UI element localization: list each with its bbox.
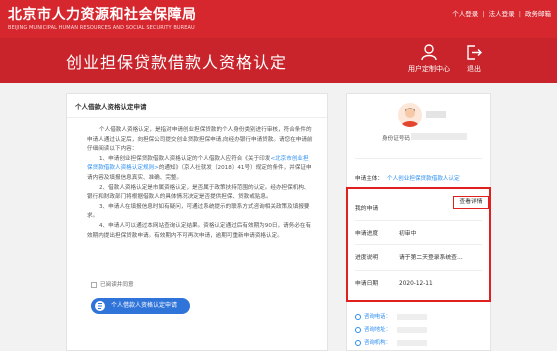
logout-label: 退出 — [467, 65, 481, 73]
phone-icon — [355, 313, 361, 320]
page-banner: 创业担保贷款借款人资格认定 用户定制中心 退出 — [0, 38, 557, 83]
personal-login-link[interactable]: 个人登录 — [452, 10, 478, 18]
consult-org: 咨询机构： — [355, 338, 427, 346]
rule-3: 3、申请人在填报信息时如有疑问，可通过系统提示的联系方式咨询相关政策及填报要求。 — [87, 203, 310, 220]
consult-org-label: 咨询机构： — [364, 340, 391, 346]
agree-row[interactable]: 已阅读并同意 — [91, 280, 134, 288]
corporate-login-link[interactable]: 法人登录 — [489, 10, 515, 18]
apply-button-label: 个人借款人资格认定申请 — [111, 302, 178, 309]
consult-address-label: 咨询地址： — [364, 327, 391, 333]
link-separator: | — [518, 10, 521, 18]
section-title: 个人借款人资格认定申请 — [67, 94, 327, 118]
location-icon — [355, 326, 361, 333]
view-details-button[interactable]: 查看详情 — [453, 196, 489, 209]
document-icon — [95, 301, 105, 311]
divider — [355, 158, 482, 159]
masked-id-number — [411, 133, 467, 140]
policy-link[interactable]: <北京市创业担保贷款借款人资格认定规则> — [87, 156, 309, 172]
apply-subject-row: 申请主体： 个人创业担保贷款借款人认定 — [355, 174, 460, 182]
rule-4: 4、申请人可以通过本网站查询认定结果。资格认定通过后有效期为90日，请务必在有效… — [87, 222, 312, 239]
instructions: 个人借款人资格认定，是指对申请创业担保贷款的个人身份类别进行审核，符合条件的申请… — [67, 118, 327, 241]
application-panel: 个人借款人资格认定申请 个人借款人资格认定，是指对申请创业担保贷款的个人身份类别… — [66, 93, 328, 351]
logout-icon — [467, 45, 482, 60]
main-content: 个人借款人资格认定申请 个人借款人资格认定，是指对申请创业担保贷款的个人身份类别… — [66, 93, 491, 351]
building-icon — [355, 339, 361, 346]
user-icon — [421, 44, 437, 61]
masked-user-name — [426, 111, 446, 118]
masked-value — [396, 326, 427, 333]
avatar — [398, 103, 422, 127]
top-links: 个人登录 | 法人登录 | 政务邮箱 — [452, 8, 551, 18]
user-center-label: 用户定制中心 — [408, 65, 450, 73]
bureau-logo-title[interactable]: 北京市人力资源和社会保障局 — [8, 4, 197, 24]
link-separator: | — [482, 10, 485, 18]
rule-1: 1、申请创业担保贷款借款人资格认定的个人借款人应符合《关于印发<北京市创业担保贷… — [87, 155, 312, 181]
agree-checkbox[interactable] — [91, 281, 97, 288]
intro-paragraph: 个人借款人资格认定，是指对申请创业担保贷款的个人身份类别进行审核，符合条件的申请… — [87, 127, 313, 153]
masked-value — [396, 313, 427, 320]
user-center-button[interactable]: 用户定制中心 — [407, 44, 451, 74]
masked-value — [396, 339, 427, 346]
apply-subject-label: 申请主体： — [355, 176, 383, 182]
page-title: 创业担保贷款借款人资格认定 — [66, 53, 288, 72]
bureau-logo-subtitle: BEIJING MUNICIPAL HUMAN RESOURCES AND SO… — [8, 25, 195, 31]
apply-button[interactable]: 个人借款人资格认定申请 — [91, 298, 190, 314]
consult-phone: 咨询电话： — [355, 312, 427, 320]
consult-address: 咨询地址： — [355, 325, 427, 333]
consult-phone-label: 咨询电话： — [364, 314, 391, 320]
top-header: 北京市人力资源和社会保障局 BEIJING MUNICIPAL HUMAN RE… — [0, 0, 557, 38]
apply-subject-value[interactable]: 个人创业担保贷款借款人认定 — [387, 176, 460, 182]
agree-label: 已阅读并同意 — [100, 282, 134, 288]
gov-email-link[interactable]: 政务邮箱 — [525, 10, 551, 18]
rule-2: 2、借款人资格认定是市属资格认定，是否属于政策扶持范围的认定。经办担保机构、银行… — [87, 184, 310, 201]
logout-button[interactable]: 退出 — [452, 44, 496, 74]
